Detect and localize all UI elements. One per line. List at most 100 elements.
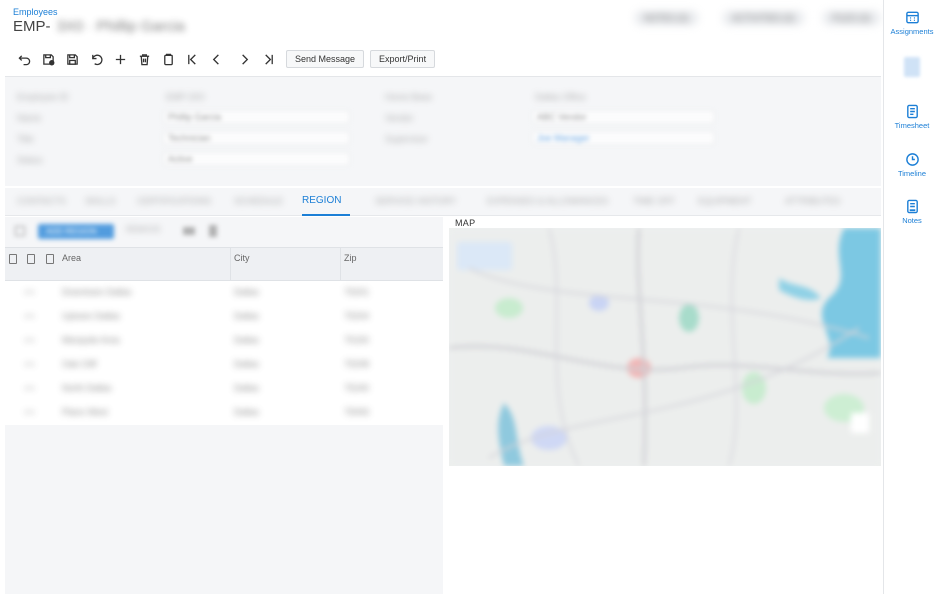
map-canvas (449, 228, 881, 466)
city-cell: Dallas (234, 359, 260, 369)
column-header-zip[interactable]: Zip (344, 253, 357, 263)
tab-bar: CONTACTS SKILLS CERTIFICATIONS SCHEDULE … (5, 188, 881, 216)
column-header-area[interactable]: Area (62, 253, 81, 263)
tab-expenses[interactable]: EXPENSES & ALLOWANCES (487, 196, 608, 206)
rail-item-assignments[interactable]: Assignments (884, 10, 939, 36)
calendar-grid-icon (905, 11, 919, 24)
row-indicator: ▪ ▪ (25, 383, 34, 393)
status-label: Status (17, 155, 43, 165)
row-indicator: ▪ ▪ (25, 407, 34, 417)
supervisor-link[interactable]: Joe Manager (532, 131, 715, 145)
add-icon[interactable] (108, 49, 132, 69)
zip-cell: 75204 (344, 311, 370, 321)
page-title-prefix: EMP- (13, 18, 51, 35)
rail-label-timeline: Timeline (897, 169, 927, 178)
area-cell: Mesquite Area (62, 335, 120, 345)
zip-cell: 75201 (344, 287, 370, 297)
title-select[interactable]: Technician (163, 131, 350, 145)
main-toolbar: Send Message Export/Print (12, 49, 436, 69)
supervisor-label: Supervisor (385, 134, 429, 144)
notes-count-pill[interactable]: NOTES (0) (634, 10, 699, 26)
note-icon (906, 199, 918, 214)
save-icon[interactable] (60, 49, 84, 69)
tab-schedule[interactable]: SCHEDULE (234, 196, 283, 206)
zip-cell: 75150 (344, 335, 370, 345)
remove-region-button[interactable]: REMOVE (126, 225, 161, 237)
rail-item-notes[interactable]: Notes (884, 199, 939, 225)
row-indicator: ▪ ▪ (25, 359, 34, 369)
table-row[interactable]: ▪ ▪ Mesquite Area Dallas 75150 (5, 329, 443, 353)
grid-toolbar: ADD REGION REMOVE (5, 217, 443, 245)
right-rail: Assignments Timesheet Timeline Notes (883, 0, 939, 594)
cancel-icon[interactable] (84, 49, 108, 69)
export-excel-icon[interactable] (209, 225, 217, 237)
employee-form: Employee ID Name Title Status EMP-3X0 Ph… (5, 76, 881, 186)
employee-id-value: EMP-3X0 (166, 92, 205, 102)
area-cell: Plano West (62, 407, 108, 417)
city-cell: Dallas (234, 311, 260, 321)
grid-body: ▪ ▪ Downtown Dallas Dallas 75201 ▪ ▪ Upt… (5, 281, 443, 425)
status-select[interactable]: Active (163, 152, 350, 166)
row-indicator: ▪ ▪ (25, 311, 34, 321)
city-cell: Dallas (234, 335, 260, 345)
vendor-label: Vendor (385, 113, 414, 123)
zip-cell: 75208 (344, 359, 370, 369)
zip-cell: 75093 (344, 407, 370, 417)
table-row[interactable]: ▪ ▪ Downtown Dallas Dallas 75201 (5, 281, 443, 305)
tab-time-off[interactable]: TIME OFF (633, 196, 675, 206)
tab-skills[interactable]: SKILLS (85, 196, 116, 206)
area-cell: Uptown Dallas (62, 311, 121, 321)
delete-icon[interactable] (132, 49, 156, 69)
column-header-city[interactable]: City (234, 253, 250, 263)
fit-columns-icon[interactable] (183, 227, 195, 235)
page: Employees EMP- 3X0 · Phillip Garcia NOTE… (0, 0, 939, 594)
last-record-icon[interactable] (256, 49, 280, 69)
vendor-field[interactable]: ABC Vendor (532, 110, 715, 124)
rail-label-notes: Notes (902, 216, 922, 225)
tab-contacts[interactable]: CONTACTS (17, 196, 66, 206)
home-base-label: Home Base (385, 92, 433, 102)
rail-label-timesheet: Timesheet (894, 121, 930, 130)
save-close-icon[interactable] (36, 49, 60, 69)
files-column-icon (27, 254, 35, 264)
tab-service-history[interactable]: SERVICE HISTORY (375, 196, 457, 206)
city-cell: Dallas (234, 407, 260, 417)
first-record-icon[interactable] (180, 49, 204, 69)
name-field[interactable]: Phillip Garcia (163, 110, 350, 124)
refresh-icon[interactable] (15, 226, 25, 236)
add-region-button[interactable]: ADD REGION (38, 224, 114, 239)
document-icon[interactable] (904, 57, 920, 77)
undo-icon[interactable] (12, 49, 36, 69)
title-label: Title (17, 134, 34, 144)
rail-item-timeline[interactable]: Timeline (884, 152, 939, 178)
column-separator[interactable] (340, 248, 341, 282)
table-row[interactable]: ▪ ▪ Uptown Dallas Dallas 75204 (5, 305, 443, 329)
table-row[interactable]: ▪ ▪ Plano West Dallas 75093 (5, 401, 443, 425)
files-count-pill[interactable]: FILES (0) (822, 10, 881, 26)
clock-icon (905, 153, 919, 166)
notes-column-icon (46, 254, 54, 264)
table-row[interactable]: ▪ ▪ North Dallas Dallas 75240 (5, 377, 443, 401)
timesheet-icon (906, 104, 918, 119)
name-label: Name (17, 113, 42, 123)
column-separator[interactable] (230, 248, 231, 282)
region-map[interactable] (449, 228, 881, 466)
row-indicator: ▪ ▪ (25, 335, 34, 345)
send-message-button[interactable]: Send Message (286, 50, 365, 68)
tab-region[interactable]: REGION (302, 195, 341, 206)
row-indicator: ▪ ▪ (25, 287, 34, 297)
copy-icon[interactable] (156, 49, 180, 69)
tab-certifications[interactable]: CERTIFICATIONS (137, 196, 211, 206)
tab-equipment[interactable]: EQUIPMENT (698, 196, 752, 206)
activities-count-pill[interactable]: ACTIVITIES (0) (722, 10, 805, 26)
city-cell: Dallas (234, 287, 260, 297)
table-row[interactable]: ▪ ▪ Oak Cliff Dallas 75208 (5, 353, 443, 377)
tab-attributes[interactable]: ATTRIBUTES (785, 196, 840, 206)
area-cell: North Dallas (62, 383, 112, 393)
active-tab-indicator (302, 214, 350, 216)
next-record-icon[interactable] (232, 49, 256, 69)
previous-record-icon[interactable] (204, 49, 228, 69)
export-print-button[interactable]: Export/Print (370, 50, 436, 68)
rail-item-timesheet[interactable]: Timesheet (884, 104, 939, 130)
breadcrumb-employees[interactable]: Employees (13, 7, 58, 17)
